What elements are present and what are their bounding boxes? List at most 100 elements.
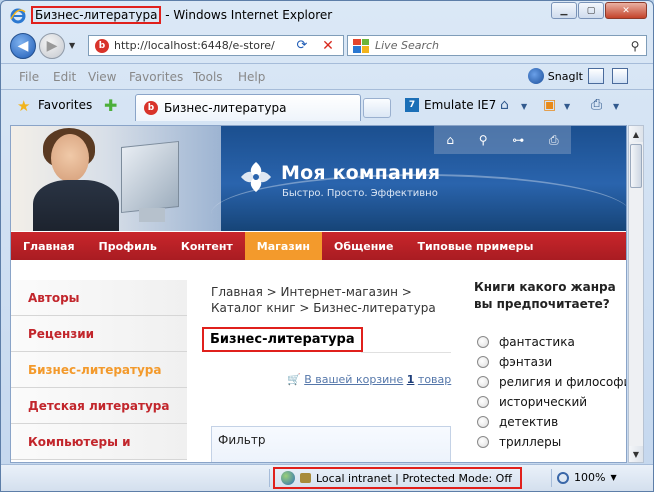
poll-option-label: триллеры — [499, 435, 562, 449]
minimize-button[interactable]: ▁ — [551, 2, 577, 19]
left-menu-item-business[interactable]: Бизнес-литература — [11, 352, 187, 388]
snagit-window-icon[interactable] — [588, 68, 604, 84]
radio-button[interactable] — [477, 376, 489, 388]
site-header: Моя компания Быстро. Просто. Эффективно … — [11, 126, 626, 231]
print-dropdown-icon[interactable]: ▼ — [613, 102, 619, 111]
menu-bar: File Edit View Favorites Tools Help Snag… — [1, 63, 653, 88]
rss-dropdown-icon[interactable]: ▼ — [564, 102, 570, 111]
left-menu-item-computers[interactable]: Компьютеры и — [11, 424, 187, 460]
favorites-button[interactable]: Favorites — [38, 98, 92, 112]
company-name[interactable]: Моя компания — [281, 162, 440, 184]
radio-button[interactable] — [477, 416, 489, 428]
new-tab-button[interactable] — [363, 98, 391, 118]
refresh-icon[interactable]: ⟳ — [291, 35, 313, 56]
add-favorite-icon[interactable]: ✚ — [104, 96, 117, 115]
cart-prefix: В вашей корзине — [304, 373, 404, 386]
close-button[interactable]: ✕ — [605, 2, 647, 19]
snagit-button[interactable]: SnagIt — [527, 68, 583, 84]
nav-item-examples[interactable]: Типовые примеры — [405, 232, 545, 260]
window-title-suffix: - Windows Internet Explorer — [161, 8, 333, 22]
left-menu-item-reviews[interactable]: Рецензии — [11, 316, 187, 352]
photo-monitor — [121, 140, 179, 214]
poll-option[interactable]: фэнтази — [477, 352, 626, 372]
company-logo-icon — [241, 162, 271, 192]
radio-button[interactable] — [477, 336, 489, 348]
home-icon[interactable]: ⌂ — [500, 97, 509, 113]
cart-count: 1 — [406, 373, 415, 386]
poll-option[interactable]: исторический — [477, 392, 626, 412]
menu-edit[interactable]: Edit — [53, 70, 76, 84]
poll-option-label: религия и философия — [499, 375, 627, 389]
security-zone[interactable]: Local intranet | Protected Mode: Off — [273, 467, 522, 489]
photo-body — [33, 180, 119, 231]
poll-option[interactable]: триллеры — [477, 432, 626, 452]
maximize-button[interactable]: ▢ — [578, 2, 604, 19]
nav-item-home[interactable]: Главная — [11, 232, 87, 260]
site-favicon-icon: b — [95, 38, 109, 53]
menu-favorites[interactable]: Favorites — [129, 70, 183, 84]
windows-logo-icon — [353, 38, 369, 53]
poll-option[interactable]: детектив — [477, 412, 626, 432]
left-menu-item-authors[interactable]: Авторы — [11, 280, 187, 316]
left-menu: Авторы Рецензии Бизнес-литература Детска… — [11, 280, 187, 460]
cart-icon: 🛒 — [287, 373, 301, 386]
home-dropdown-icon[interactable]: ▼ — [521, 102, 527, 111]
filter-label: Фильтр — [218, 433, 266, 447]
home-icon[interactable]: ⌂ — [446, 133, 454, 147]
snagit-edit-icon[interactable] — [612, 68, 628, 84]
menu-file[interactable]: File — [19, 70, 39, 84]
main-nav: Главная Профиль Контент Магазин Общение … — [11, 232, 626, 260]
page-viewport: Моя компания Быстро. Просто. Эффективно … — [10, 125, 627, 463]
forward-button[interactable]: ▶ — [39, 33, 65, 59]
zoom-control[interactable]: 100% ▼ — [557, 471, 617, 484]
favorites-tab-row: ★ Favorites ✚ b Бизнес-литература 7 Emul… — [1, 89, 653, 121]
rss-feed-icon[interactable]: ▣ — [543, 97, 556, 113]
menu-help[interactable]: Help — [238, 70, 265, 84]
search-icon[interactable]: ⚲ — [624, 39, 646, 53]
tab-label: Бизнес-литература — [164, 101, 287, 115]
title-bar: Бизнес-литература - Windows Internet Exp… — [1, 1, 653, 31]
print-icon[interactable]: ⎙ — [591, 97, 602, 113]
history-dropdown-icon[interactable]: ▼ — [69, 41, 75, 50]
radio-button[interactable] — [477, 356, 489, 368]
stop-icon[interactable]: ✕ — [317, 35, 339, 56]
nav-item-community[interactable]: Общение — [322, 232, 405, 260]
sitemap-icon[interactable]: ⊶ — [512, 133, 524, 147]
favorites-star-icon[interactable]: ★ — [17, 97, 30, 115]
status-separator — [269, 469, 270, 487]
scroll-up-icon[interactable]: ▲ — [629, 126, 643, 142]
poll-option[interactable]: фантастика — [477, 332, 626, 352]
menu-tools[interactable]: Tools — [193, 70, 223, 84]
nav-item-profile[interactable]: Профиль — [87, 232, 169, 260]
lock-icon — [300, 473, 311, 483]
window-controls: ▁ ▢ ✕ — [551, 2, 647, 19]
status-bar: Local intranet | Protected Mode: Off 100… — [1, 464, 653, 491]
nav-item-shop[interactable]: Магазин — [244, 232, 323, 260]
snagit-icon — [527, 68, 544, 84]
back-button[interactable]: ◀ — [10, 33, 36, 59]
vertical-scrollbar[interactable]: ▲ ▼ — [628, 125, 644, 463]
print-icon[interactable]: ⎙ — [549, 133, 559, 148]
menu-view[interactable]: View — [88, 70, 116, 84]
zoom-dropdown-icon[interactable]: ▼ — [610, 473, 616, 482]
company-slogan: Быстро. Просто. Эффективно — [282, 188, 438, 199]
search-box[interactable]: Live Search ⚲ — [347, 35, 647, 56]
left-menu-item-children[interactable]: Детская литература — [11, 388, 187, 424]
nav-item-content[interactable]: Контент — [169, 232, 245, 260]
cart-link[interactable]: 🛒 В вашей корзине 1 товар — [287, 373, 451, 386]
scroll-down-icon[interactable]: ▼ — [629, 446, 643, 462]
zoom-level: 100% — [574, 471, 606, 484]
emulate-ie7-button[interactable]: 7 Emulate IE7 — [405, 98, 496, 112]
search-input[interactable]: Live Search — [375, 39, 624, 52]
radio-button[interactable] — [477, 396, 489, 408]
poll-option[interactable]: религия и философия — [477, 372, 627, 392]
poll-question: Книги какого жанра вы предпочитаете? — [474, 280, 616, 311]
poll-option-label: фэнтази — [499, 355, 553, 369]
poll-option-label: фантастика — [499, 335, 575, 349]
radio-button[interactable] — [477, 436, 489, 448]
scroll-thumb[interactable] — [630, 144, 642, 188]
tab-business-literature[interactable]: b Бизнес-литература — [135, 94, 361, 121]
breadcrumb[interactable]: Главная > Интернет-магазин > Каталог кни… — [211, 284, 461, 316]
search-icon[interactable]: ⚲ — [479, 133, 488, 147]
arrow-right-icon: ▶ — [46, 38, 58, 54]
